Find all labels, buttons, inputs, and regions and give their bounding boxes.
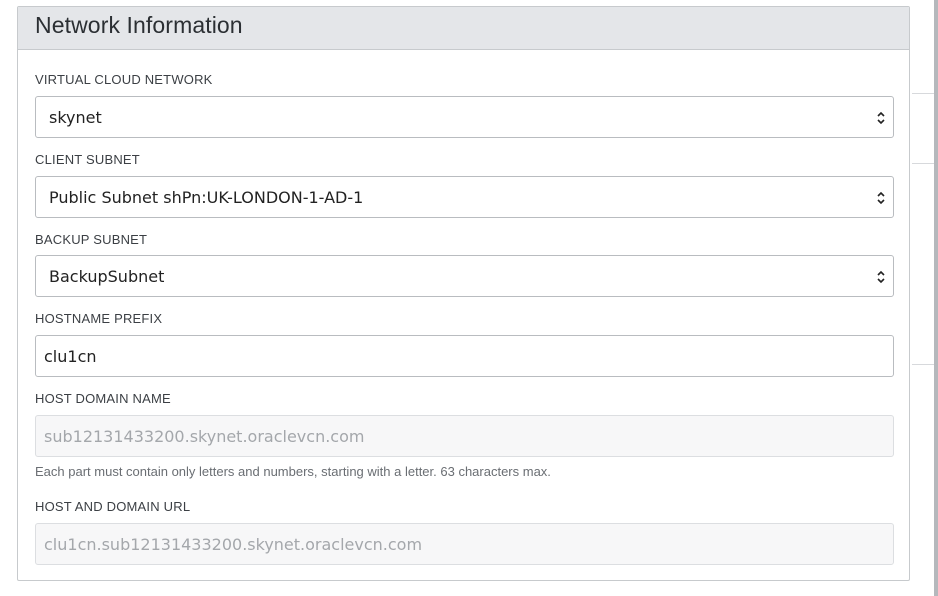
vcn-select[interactable]: skynet [35,96,894,138]
client-subnet-label: CLIENT SUBNET [35,152,140,167]
chevron-up-down-icon [877,191,885,205]
client-subnet-select-value: Public Subnet shPn:UK-LONDON-1-AD-1 [49,188,364,207]
panel-title: Network Information [35,12,243,38]
hostname-prefix-label: HOSTNAME PREFIX [35,311,163,326]
chevron-up-down-icon [877,111,885,125]
vcn-select-value: skynet [49,108,102,127]
vcn-label: VIRTUAL CLOUD NETWORK [35,72,213,87]
host-domain-name-field: sub12131433200.skynet.oraclevcn.com [35,415,894,457]
background-divider [912,364,934,365]
backup-subnet-select[interactable]: BackupSubnet [35,255,894,297]
hostname-prefix-input[interactable]: clu1cn [35,335,894,377]
panel-header: Network Information [18,7,909,50]
host-domain-url-field: clu1cn.sub12131433200.skynet.oraclevcn.c… [35,523,894,565]
network-information-panel: Network Information VIRTUAL CLOUD NETWOR… [17,6,910,581]
host-domain-url-value: clu1cn.sub12131433200.skynet.oraclevcn.c… [44,535,423,554]
page: Network Information VIRTUAL CLOUD NETWOR… [0,0,938,596]
background-page-edge [934,0,938,596]
backup-subnet-select-value: BackupSubnet [49,267,165,286]
hostname-prefix-value: clu1cn [44,347,97,366]
host-domain-url-label: HOST AND DOMAIN URL [35,499,191,514]
host-domain-name-value: sub12131433200.skynet.oraclevcn.com [44,427,365,446]
background-divider [912,163,934,164]
chevron-up-down-icon [877,270,885,284]
backup-subnet-label: BACKUP SUBNET [35,232,148,247]
host-domain-name-help: Each part must contain only letters and … [35,464,551,479]
background-divider [912,93,934,94]
host-domain-name-label: HOST DOMAIN NAME [35,391,171,406]
client-subnet-select[interactable]: Public Subnet shPn:UK-LONDON-1-AD-1 [35,176,894,218]
